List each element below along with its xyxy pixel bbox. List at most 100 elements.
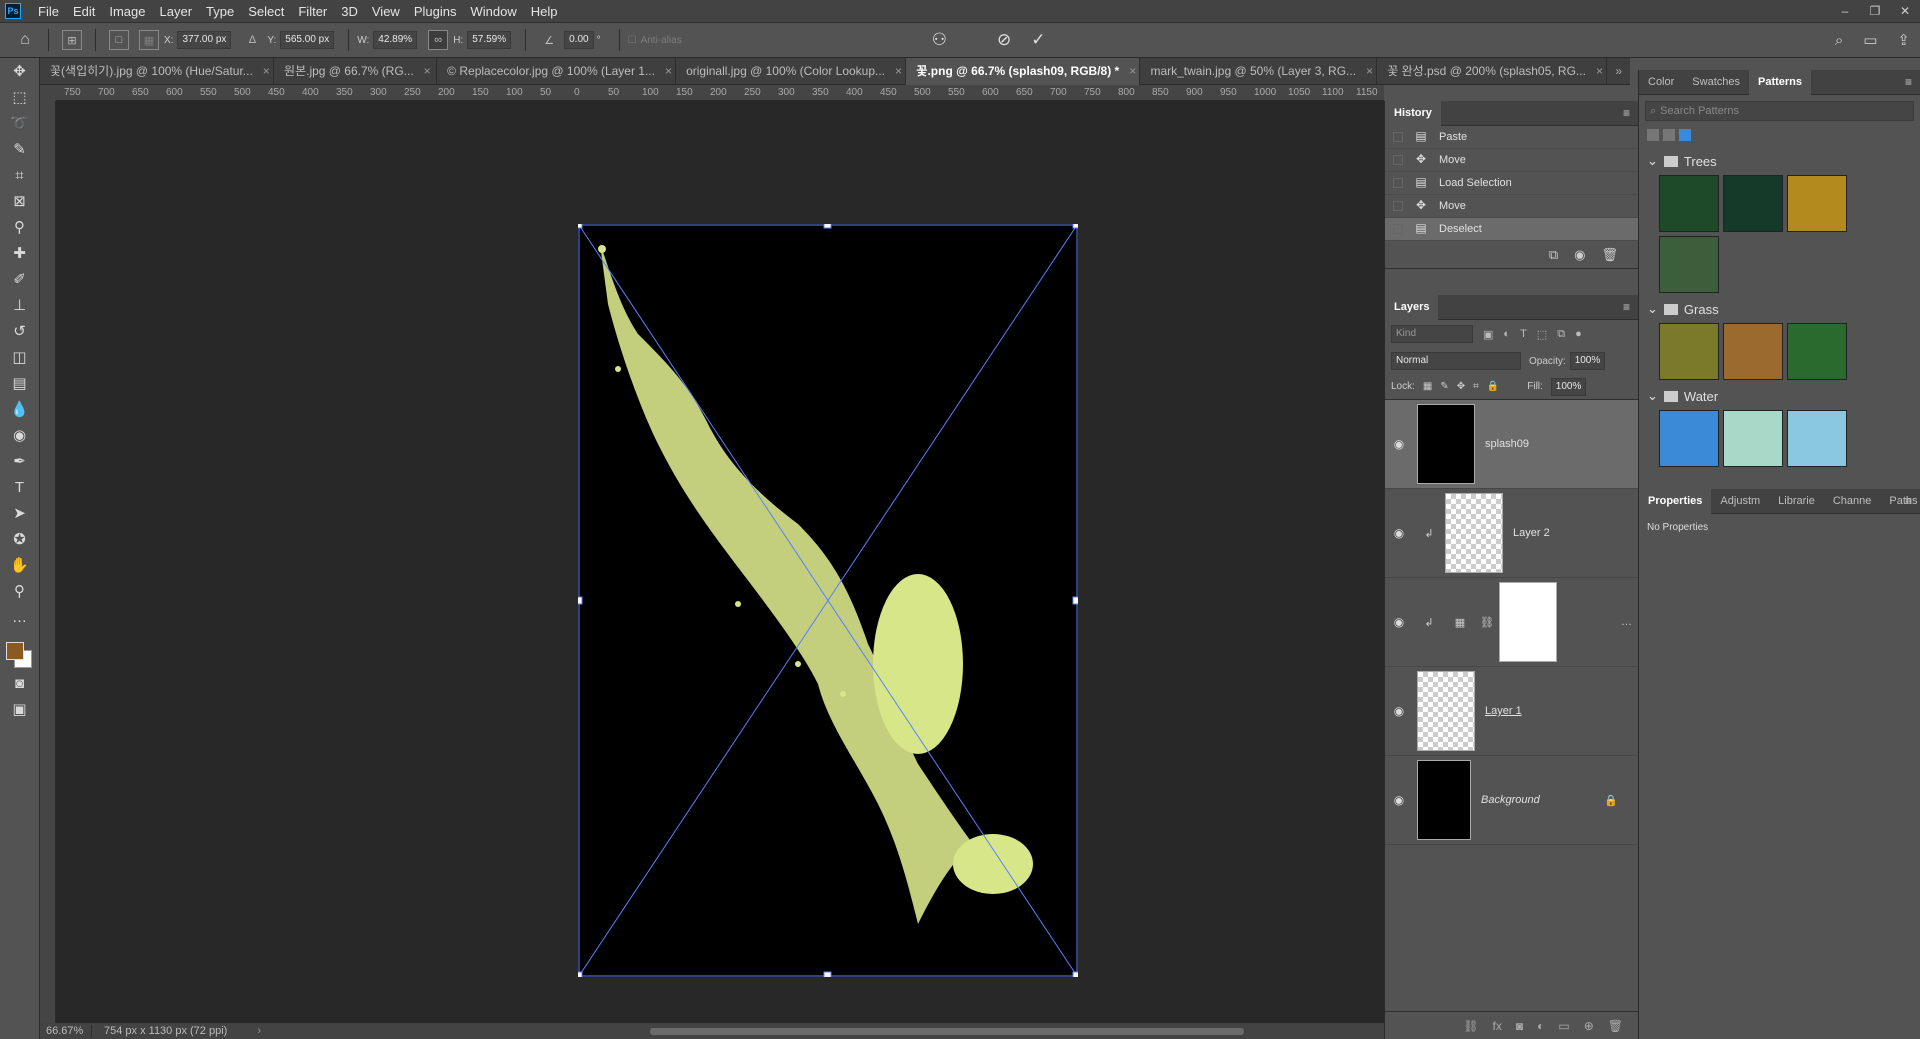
history-item[interactable]: ▤ Load Selection xyxy=(1385,172,1638,195)
lock-pixels-icon[interactable]: ✎ xyxy=(1440,381,1448,392)
eye-icon[interactable]: ◉ xyxy=(1385,615,1413,629)
tab-channels[interactable]: Channe xyxy=(1824,489,1881,514)
tab-color[interactable]: Color xyxy=(1639,70,1683,95)
close-tab-icon[interactable]: × xyxy=(1596,58,1603,85)
chain-icon[interactable]: ⛓ xyxy=(1475,616,1499,629)
layer-name[interactable]: Layer 2 xyxy=(1513,527,1550,539)
marquee-tool-icon[interactable]: ⬚ xyxy=(0,84,39,110)
document-image[interactable] xyxy=(578,224,1078,977)
more-tools-icon[interactable]: … xyxy=(0,604,39,630)
status-arrow-icon[interactable]: › xyxy=(257,1025,261,1037)
fill-input[interactable]: 100% xyxy=(1550,377,1587,396)
history-item-selected[interactable]: ▤ Deselect xyxy=(1385,218,1638,241)
transform-handle[interactable] xyxy=(578,224,583,229)
history-checkbox[interactable] xyxy=(1393,224,1403,234)
filter-adjust-icon[interactable]: ◐ xyxy=(1503,328,1510,340)
antialias-checkbox[interactable]: ☐ xyxy=(628,35,637,46)
history-item[interactable]: ✥ Move xyxy=(1385,149,1638,172)
pattern-swatch[interactable] xyxy=(1787,175,1847,232)
pattern-swatch[interactable] xyxy=(1787,410,1847,467)
transform-handle[interactable] xyxy=(1072,224,1078,229)
new-layer-icon[interactable]: ⊕ xyxy=(1584,1019,1594,1033)
hand-tool-icon[interactable]: ✋ xyxy=(0,552,39,578)
transform-handle[interactable] xyxy=(578,971,583,977)
healing-tool-icon[interactable]: ✚ xyxy=(0,240,39,266)
transform-handle[interactable] xyxy=(823,971,832,977)
search-input[interactable]: Search Patterns xyxy=(1660,105,1739,117)
menu-layer[interactable]: Layer xyxy=(153,0,200,23)
stamp-tool-icon[interactable]: ⊥ xyxy=(0,292,39,318)
lock-transparent-icon[interactable]: ▦ xyxy=(1423,381,1432,392)
snapshot-icon[interactable]: ◉ xyxy=(1574,247,1585,263)
trash-icon[interactable]: 🗑 xyxy=(1601,247,1618,263)
menu-file[interactable]: File xyxy=(31,0,66,23)
pattern-thumbnail-icon[interactable] xyxy=(1679,129,1691,141)
delete-layer-icon[interactable]: 🗑 xyxy=(1608,1019,1623,1033)
canvas-area[interactable] xyxy=(56,101,1384,1023)
tab-properties[interactable]: Properties xyxy=(1639,488,1712,514)
move-tool-icon[interactable]: ✥ xyxy=(0,58,39,84)
pattern-group-header[interactable]: ⌄ Trees xyxy=(1639,149,1920,173)
lock-all-icon[interactable]: 🔒 xyxy=(1487,381,1499,392)
transform-icon[interactable]: ⊞ xyxy=(62,30,82,50)
chevron-down-icon[interactable]: ⌄ xyxy=(1647,301,1658,317)
panel-menu-icon[interactable]: ≡ xyxy=(1623,300,1630,314)
tab-layers[interactable]: Layers xyxy=(1385,294,1439,320)
menu-3d[interactable]: 3D xyxy=(334,0,365,23)
eye-icon[interactable]: ◉ xyxy=(1385,793,1413,807)
history-checkbox[interactable] xyxy=(1393,178,1403,188)
menu-filter[interactable]: Filter xyxy=(291,0,334,23)
blend-mode-select[interactable]: Normal xyxy=(1391,352,1521,370)
filter-toggle-icon[interactable]: ● xyxy=(1575,328,1582,340)
doc-tab[interactable]: originall.jpg @ 100% (Color Lookup... × xyxy=(676,58,907,85)
minimize-button[interactable]: – xyxy=(1830,4,1860,18)
pattern-group-header[interactable]: ⌄ Water xyxy=(1639,384,1920,408)
layer-name[interactable]: splash09 xyxy=(1485,438,1529,450)
doc-tab[interactable]: 꽃 완성.psd @ 200% (splash05, RG... × xyxy=(1377,58,1608,85)
reference-point-icon[interactable]: □ xyxy=(109,30,129,50)
history-item[interactable]: ▤ Paste xyxy=(1385,126,1638,149)
warp-icon[interactable]: ⚇ xyxy=(932,30,947,50)
history-brush-tool-icon[interactable]: ↺ xyxy=(0,318,39,344)
path-select-tool-icon[interactable]: ➤ xyxy=(0,500,39,526)
menu-window[interactable]: Window xyxy=(463,0,523,23)
chevron-down-icon[interactable]: ⌄ xyxy=(1647,388,1658,404)
filter-shape-icon[interactable]: ⬚ xyxy=(1537,328,1547,341)
more-icon[interactable]: … xyxy=(1621,616,1632,628)
menu-image[interactable]: Image xyxy=(102,0,152,23)
layer-name[interactable]: Layer 1 xyxy=(1485,705,1522,717)
restore-button[interactable]: ❐ xyxy=(1860,4,1890,18)
lock-position-icon[interactable]: ✥ xyxy=(1457,381,1465,392)
eye-icon[interactable]: ◉ xyxy=(1385,437,1413,451)
menu-plugins[interactable]: Plugins xyxy=(407,0,464,23)
tab-history[interactable]: History xyxy=(1385,100,1441,126)
menu-edit[interactable]: Edit xyxy=(66,0,102,23)
foreground-color[interactable] xyxy=(6,642,24,660)
filter-pixel-icon[interactable]: ▣ xyxy=(1483,328,1493,341)
doc-tab[interactable]: mark_twain.jpg @ 50% (Layer 3, RG... × xyxy=(1140,58,1378,85)
tab-adjustments[interactable]: Adjustm xyxy=(1711,489,1769,514)
shape-tool-icon[interactable]: ✪ xyxy=(0,526,39,552)
layer-row[interactable]: ◉ ↲ ▦ ⛓ … xyxy=(1385,578,1638,667)
zoom-level[interactable]: 66.67% xyxy=(40,1025,92,1037)
quick-mask-icon[interactable]: ◙ xyxy=(0,670,39,696)
pattern-swatch[interactable] xyxy=(1787,323,1847,380)
menu-view[interactable]: View xyxy=(365,0,407,23)
layer-row[interactable]: ◉ ↲ Layer 2 xyxy=(1385,489,1638,578)
panel-menu-icon[interactable]: ≡ xyxy=(1623,106,1630,120)
dodge-tool-icon[interactable]: ◉ xyxy=(0,422,39,448)
eye-icon[interactable]: ◉ xyxy=(1385,526,1413,540)
horizontal-ruler[interactable]: 750 700 650 600 550 500 450 400 350 300 250 200 150 1… xyxy=(56,85,1384,101)
horizontal-scrollbar[interactable] xyxy=(650,1028,1244,1035)
transform-handle[interactable] xyxy=(1072,971,1078,977)
brush-tool-icon[interactable]: ✐ xyxy=(0,266,39,292)
share-icon[interactable]: ⇪ xyxy=(1897,31,1910,49)
pattern-swatch[interactable] xyxy=(1723,175,1783,232)
transform-handle[interactable] xyxy=(823,224,832,229)
opacity-input[interactable]: 100% xyxy=(1569,352,1606,370)
vertical-ruler[interactable] xyxy=(40,101,56,1023)
doc-tab-active[interactable]: 꽃.png @ 66.7% (splash09, RGB/8) * × xyxy=(906,58,1141,85)
new-document-icon[interactable]: ⧉ xyxy=(1549,247,1558,263)
home-icon[interactable]: ⌂ xyxy=(10,31,40,49)
layer-row[interactable]: ◉ Background 🔒 xyxy=(1385,756,1638,845)
